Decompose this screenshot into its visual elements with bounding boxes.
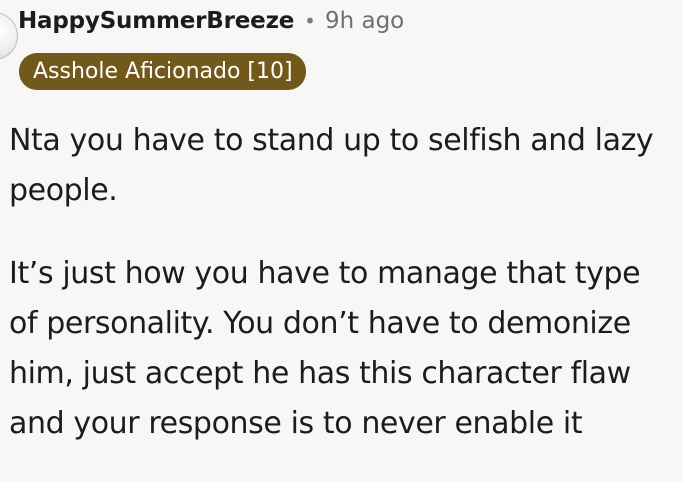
avatar[interactable] bbox=[0, 12, 18, 60]
comment-header: HappySummerBreeze • 9h ago bbox=[18, 8, 404, 34]
timestamp[interactable]: 9h ago bbox=[325, 8, 404, 34]
comment-paragraph: Nta you have to stand up to selfish and … bbox=[9, 123, 654, 208]
author-username[interactable]: HappySummerBreeze bbox=[18, 8, 294, 34]
user-flair-badge: Asshole Aficionado [10] bbox=[19, 53, 306, 90]
separator-dot: • bbox=[304, 9, 316, 33]
comment-paragraph: It’s just how you have to manage that ty… bbox=[9, 256, 641, 441]
comment-body: Nta you have to stand up to selfish and … bbox=[9, 116, 677, 482]
